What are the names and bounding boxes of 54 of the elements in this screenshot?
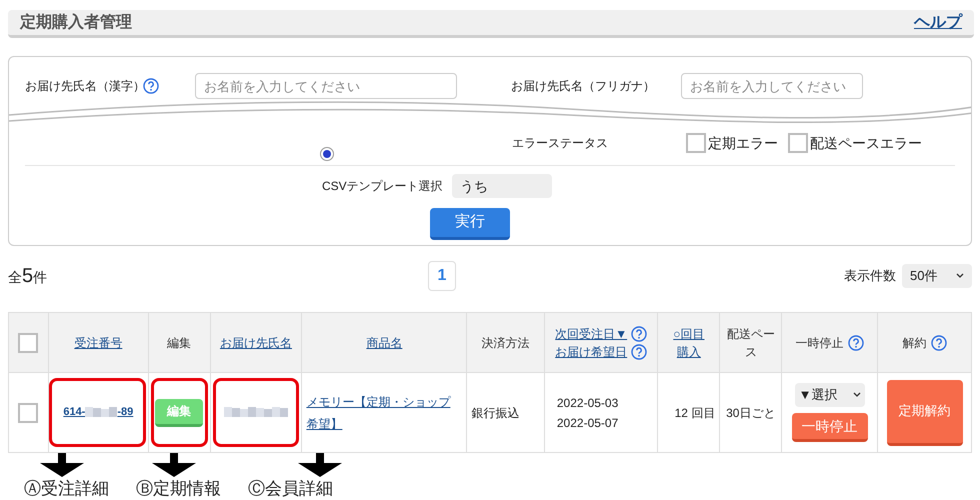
header-label[interactable]: 商品名 xyxy=(366,334,402,352)
checkbox[interactable] xyxy=(18,402,38,422)
help-icon[interactable] xyxy=(848,334,864,350)
header-label[interactable]: お届け希望日 xyxy=(555,342,628,360)
help-icon[interactable] xyxy=(631,344,648,360)
chevron-icon xyxy=(956,273,964,279)
annotation-label: Ⓒ会員詳細 xyxy=(248,478,334,500)
header-label[interactable]: お届け先氏名 xyxy=(220,334,292,352)
annotation-label: Ⓐ受注詳細 xyxy=(24,478,110,500)
header-label: 編集 xyxy=(167,334,192,352)
date-text: 2022-05-07 xyxy=(556,414,620,432)
table-cell: 銀行振込 xyxy=(466,372,544,452)
pause-select[interactable]: ▼選択 xyxy=(794,383,865,407)
checkbox-label: 配送ペースエラー xyxy=(810,134,922,152)
checkbox[interactable] xyxy=(788,133,808,153)
header-label[interactable]: 受注番号 xyxy=(74,334,122,352)
help-icon[interactable] xyxy=(143,78,159,94)
field-label: エラーステータス xyxy=(512,135,609,152)
name-input[interactable]: お名前を入力してください xyxy=(195,73,457,99)
blurred-text xyxy=(85,406,118,418)
help-link[interactable]: ヘルプ xyxy=(914,10,962,34)
help-icon[interactable] xyxy=(930,334,947,350)
radio-button[interactable] xyxy=(320,147,334,161)
checkbox[interactable] xyxy=(18,332,38,352)
annotation-label: Ⓑ定期情報 xyxy=(136,478,222,500)
header-label[interactable]: 次回受注日▼ xyxy=(555,324,628,342)
highlight-frame xyxy=(150,378,208,447)
table-cell: 12 回目 xyxy=(658,372,720,452)
per-page-select[interactable]: 50件 xyxy=(902,264,972,288)
per-page-label: 表示件数 xyxy=(844,267,896,286)
header-label[interactable]: 購入 xyxy=(676,342,701,360)
header-label: 決済方法 xyxy=(482,334,530,352)
table-cell: 30日ごと xyxy=(720,372,782,452)
submit-button[interactable]: 実行 xyxy=(430,208,510,240)
page-button[interactable]: 1 xyxy=(428,261,456,291)
order-number-prefix[interactable]: 614- xyxy=(63,404,86,421)
field-label: お届け先氏名（漢字） xyxy=(25,78,143,95)
page-title: 定期購入者管理 xyxy=(20,12,132,32)
header-label: 配送ペース xyxy=(726,326,776,360)
help-icon[interactable] xyxy=(631,326,648,342)
chevron-icon xyxy=(852,392,861,398)
header-label[interactable]: ○回目 xyxy=(673,324,704,342)
header-label: 解約 xyxy=(902,334,927,352)
date-text: 2022-05-03 xyxy=(556,394,620,412)
checkbox-label: 定期エラー xyxy=(708,134,778,152)
checkbox[interactable] xyxy=(686,133,706,153)
order-number-suffix[interactable]: -89 xyxy=(117,404,134,421)
template-select[interactable]: うち xyxy=(452,174,552,198)
result-count: 全5件 xyxy=(8,264,48,289)
blurred-text xyxy=(224,406,288,418)
field-label: CSVテンプレート選択 xyxy=(322,178,444,195)
header-label: 一時停止 xyxy=(796,334,844,352)
field-label: お届け先氏名（フリガナ） xyxy=(511,78,656,95)
name-input[interactable]: お名前を入力してください xyxy=(681,73,863,99)
